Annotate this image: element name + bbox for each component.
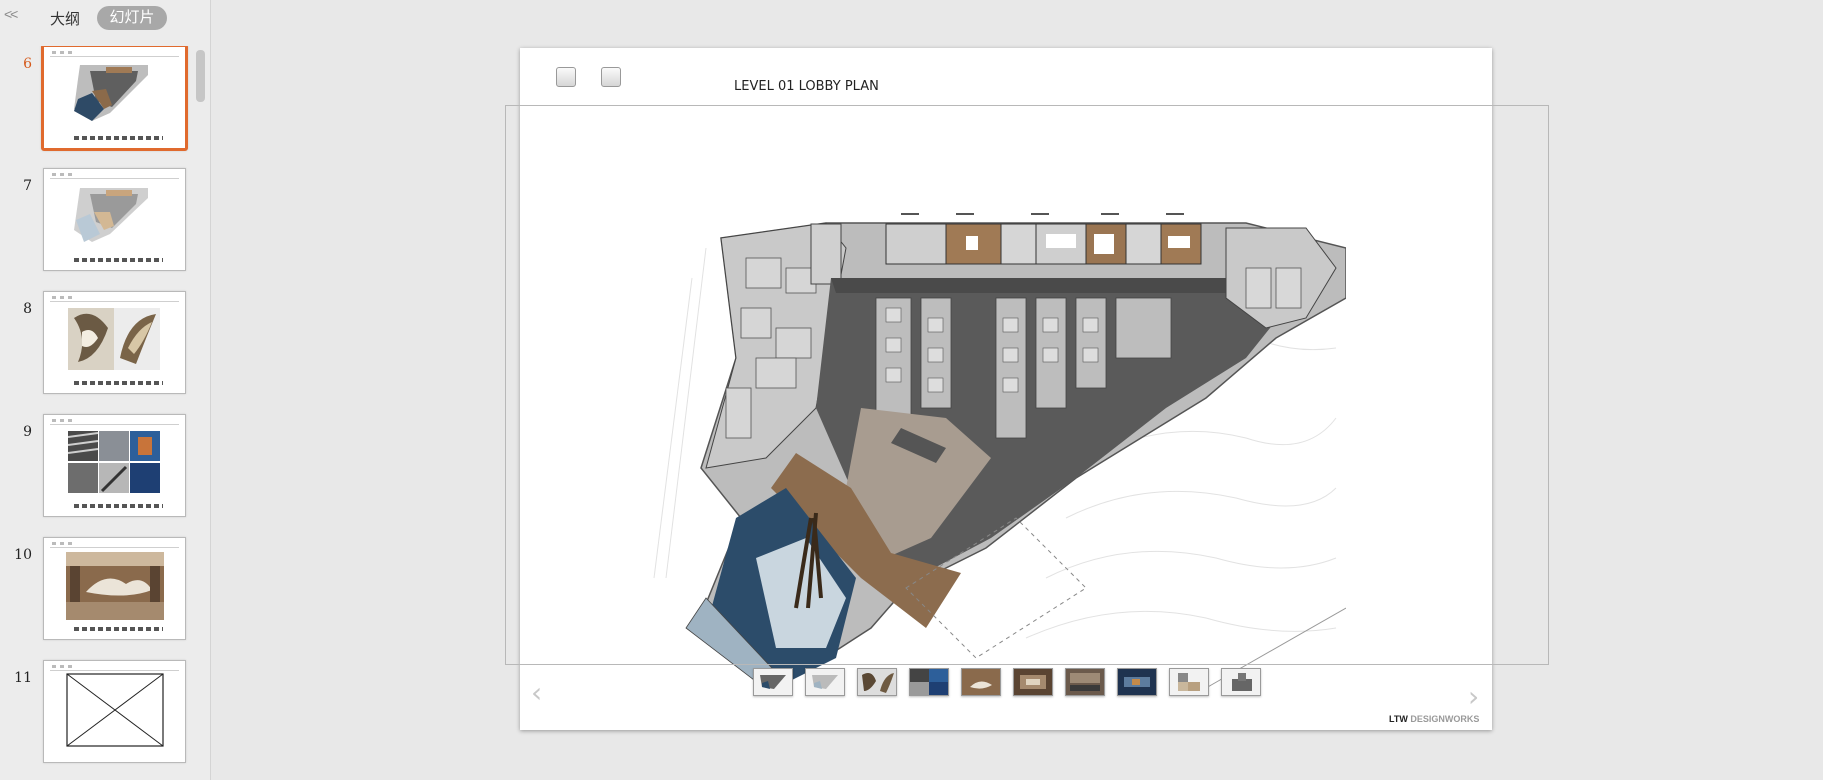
lobby-render-thumbnail-image <box>66 552 164 620</box>
slide-square-button-1[interactable] <box>556 67 576 87</box>
lobby-floor-plan-image <box>653 213 1346 694</box>
filmstrip-thumb-8[interactable] <box>1117 668 1157 696</box>
thumbnail-scrollbar[interactable] <box>196 50 205 102</box>
filmstrip-thumb-3[interactable] <box>857 668 897 696</box>
prev-slide-icon[interactable]: ‹ <box>531 676 542 709</box>
image-placeholder-icon <box>66 673 164 747</box>
slide-number: 7 <box>23 178 32 194</box>
filmstrip-thumb-5[interactable] <box>961 668 1001 696</box>
tab-outline[interactable]: 大纲 <box>50 8 80 29</box>
collapse-panel-icon[interactable]: << <box>4 6 18 22</box>
filmstrip-thumb-4[interactable] <box>909 668 949 696</box>
facade-grid-thumbnail-image <box>68 431 160 493</box>
brand-name-bold: LTW <box>1389 714 1408 724</box>
slide-number: 6 <box>23 56 32 72</box>
brand-logo: LTW DESIGNWORKS <box>1389 714 1479 724</box>
sculpture-thumbnail-image <box>68 308 160 370</box>
slide-number: 8 <box>23 301 32 317</box>
filmstrip-thumb-7[interactable] <box>1065 668 1105 696</box>
slide-thumbnail-11[interactable]: 11 <box>0 660 196 766</box>
slide-thumbnail-9[interactable]: 9 <box>0 414 196 520</box>
slide-number: 11 <box>14 670 32 686</box>
slide-thumbnail-7[interactable]: 7 <box>0 168 196 274</box>
slide-thumbnail-6[interactable]: 6 <box>0 46 196 152</box>
tab-slides[interactable]: 幻灯片 <box>97 6 167 30</box>
slide-number: 9 <box>23 424 32 440</box>
slide-thumbnail-8[interactable]: 8 <box>0 291 196 397</box>
slide-preview <box>41 46 188 151</box>
filmstrip-thumb-6[interactable] <box>1013 668 1053 696</box>
filmstrip-thumb-1[interactable] <box>753 668 793 696</box>
slide-preview <box>43 414 186 517</box>
slide-preview <box>43 537 186 640</box>
next-slide-icon[interactable]: › <box>1468 680 1479 713</box>
slide-thumbnail-10[interactable]: 10 <box>0 537 196 643</box>
filmstrip-thumb-2[interactable] <box>805 668 845 696</box>
slide-number: 10 <box>14 547 32 563</box>
slides-panel: << 大纲 幻灯片 6 7 8 9 10 11 <box>0 0 211 780</box>
floorplan-thumbnail-image <box>74 65 148 121</box>
slide-preview <box>43 168 186 271</box>
floorplan-thumbnail-image <box>74 188 148 242</box>
thumbnail-list: 6 7 8 9 10 11 <box>0 46 210 780</box>
slide-title: LEVEL 01 LOBBY PLAN <box>734 79 879 94</box>
slide-canvas: LEVEL 01 LOBBY PLAN ‹ › LTW DESIGNWORKS <box>505 48 1549 730</box>
slide-square-button-2[interactable] <box>601 67 621 87</box>
slide-preview <box>43 660 186 763</box>
slide-preview <box>43 291 186 394</box>
filmstrip-thumb-10[interactable] <box>1221 668 1261 696</box>
brand-name-light: DESIGNWORKS <box>1410 714 1480 724</box>
filmstrip-thumb-9[interactable] <box>1169 668 1209 696</box>
